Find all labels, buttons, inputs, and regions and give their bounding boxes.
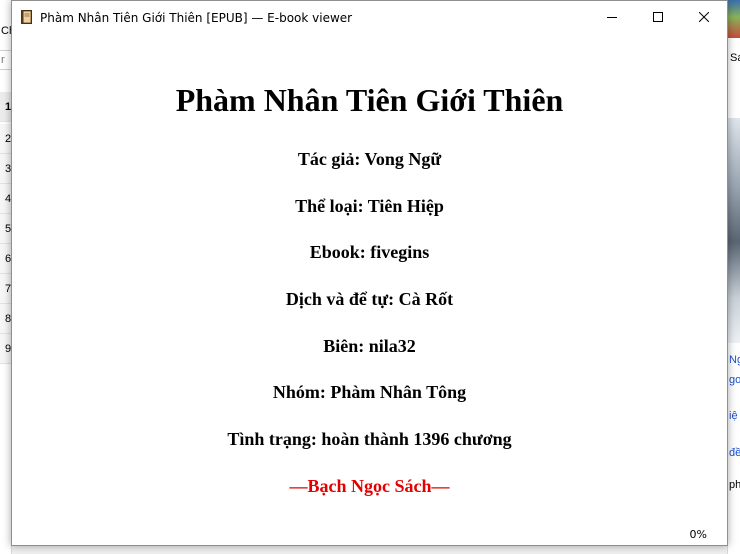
background-header-fragment: Sa	[730, 52, 740, 64]
reading-progress: 0%	[689, 528, 707, 541]
minimize-button[interactable]	[589, 1, 635, 33]
background-book-cover	[728, 118, 740, 343]
window-controls	[589, 1, 727, 33]
maximize-button[interactable]	[635, 1, 681, 33]
background-link-fragment: đề	[729, 447, 740, 459]
maximize-icon	[653, 12, 663, 22]
author-line: Tác giả: Vong Ngữ	[297, 149, 442, 169]
title-bar[interactable]: Phàm Nhân Tiên Giới Thiên [EPUB] — E-boo…	[12, 1, 727, 33]
minimize-icon	[607, 17, 617, 18]
background-window-right: Sa Ng go iệ đề ph	[727, 0, 740, 554]
status-line: Tình trạng: hoàn thành 1396 chương	[227, 429, 512, 449]
background-text-fragment: ph	[729, 479, 740, 491]
background-thumbnail-strip	[728, 0, 740, 38]
window-title: Phàm Nhân Tiên Giới Thiên [EPUB] — E-boo…	[40, 10, 353, 25]
ebook-line: Ebook: fivegins	[309, 242, 430, 262]
translator-line: Dịch và để tự: Cà Rốt	[285, 289, 454, 309]
book-page[interactable]: Phàm Nhân Tiên Giới Thiên Tác giả: Vong …	[12, 33, 727, 545]
book-icon	[21, 10, 33, 24]
editor-line: Biên: nila32	[323, 336, 416, 356]
background-link-fragment: go	[729, 374, 740, 386]
close-button[interactable]	[681, 1, 727, 33]
close-icon	[699, 12, 709, 22]
signature-line: —Bạch Ngọc Sách—	[289, 476, 450, 496]
ebook-viewer-window: Phàm Nhân Tiên Giới Thiên [EPUB] — E-boo…	[11, 0, 728, 546]
background-link-fragment: iệ	[729, 410, 738, 422]
genre-line: Thể loại: Tiên Hiệp	[295, 196, 444, 216]
group-line: Nhóm: Phàm Nhân Tông	[272, 382, 467, 402]
book-title: Phàm Nhân Tiên Giới Thiên	[175, 82, 564, 118]
background-link-fragment: Ng	[729, 354, 740, 366]
